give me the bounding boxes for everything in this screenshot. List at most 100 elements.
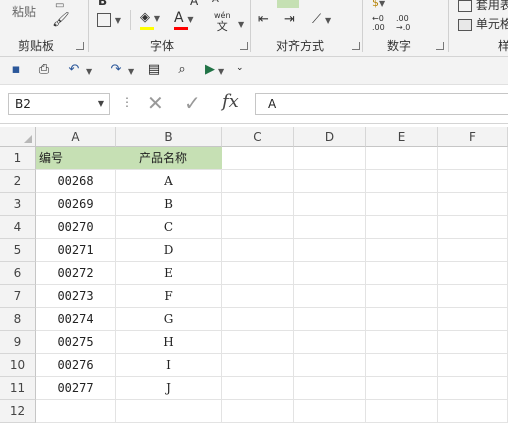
formula-input[interactable]: A [255, 93, 508, 115]
insert-function-button[interactable]: fx [222, 91, 239, 112]
cell-e11[interactable] [366, 377, 438, 400]
column-header-e[interactable]: E [366, 127, 438, 147]
cell-a8[interactable]: 00274 [36, 308, 116, 331]
chevron-down-icon[interactable]: ▼ [218, 67, 224, 76]
chevron-down-icon[interactable]: ▼ [98, 99, 104, 108]
cell-f8[interactable] [438, 308, 508, 331]
cell-f11[interactable] [438, 377, 508, 400]
paste-button[interactable]: 粘贴 [12, 3, 36, 20]
enter-icon[interactable]: ✓ [184, 91, 201, 115]
cell-e2[interactable] [366, 170, 438, 193]
row-header[interactable]: 9 [0, 331, 36, 354]
cell-a3[interactable]: 00269 [36, 193, 116, 216]
cell-f1[interactable] [438, 147, 508, 170]
cell-f7[interactable] [438, 285, 508, 308]
cell-b4[interactable]: C [116, 216, 222, 239]
cell-a4[interactable]: 00270 [36, 216, 116, 239]
cell-e12[interactable] [366, 400, 438, 423]
row-header[interactable]: 10 [0, 354, 36, 377]
column-header-a[interactable]: A [36, 127, 116, 147]
cell-c4[interactable] [222, 216, 294, 239]
orientation-button[interactable]: ⟋ ▼ [312, 12, 331, 27]
macro-icon[interactable]: ▶ [200, 61, 220, 79]
cell-c8[interactable] [222, 308, 294, 331]
cell-e7[interactable] [366, 285, 438, 308]
cell-d8[interactable] [294, 308, 366, 331]
cell-b5[interactable]: D [116, 239, 222, 262]
cell-c7[interactable] [222, 285, 294, 308]
decrease-indent-icon[interactable]: ⇤ [258, 12, 269, 27]
cell-b11[interactable]: J [116, 377, 222, 400]
save-icon[interactable]: ▪ [6, 61, 26, 79]
cell-c6[interactable] [222, 262, 294, 285]
cell-a6[interactable]: 00272 [36, 262, 116, 285]
name-box[interactable]: B2 ▼ [8, 93, 110, 115]
cell-c2[interactable] [222, 170, 294, 193]
cell-a10[interactable]: 00276 [36, 354, 116, 377]
cell-a5[interactable]: 00271 [36, 239, 116, 262]
row-header[interactable]: 12 [0, 400, 36, 423]
cell-f6[interactable] [438, 262, 508, 285]
print-preview-icon[interactable]: ⌕ [172, 61, 192, 79]
cell-c10[interactable] [222, 354, 294, 377]
cell-e4[interactable] [366, 216, 438, 239]
form-icon[interactable]: ▤ [144, 61, 164, 79]
cell-f3[interactable] [438, 193, 508, 216]
cell-b7[interactable]: F [116, 285, 222, 308]
cell-c1[interactable] [222, 147, 294, 170]
cell-e3[interactable] [366, 193, 438, 216]
customize-qat-icon[interactable]: ⌄ [236, 63, 244, 73]
copy-icon[interactable]: ▭ [55, 0, 64, 11]
column-header-d[interactable]: D [294, 127, 366, 147]
cell-d12[interactable] [294, 400, 366, 423]
cell-b2[interactable]: A [116, 170, 222, 193]
cell-a2[interactable]: 00268 [36, 170, 116, 193]
fill-color-button[interactable]: ◈ ▼ [140, 10, 160, 30]
cell-e8[interactable] [366, 308, 438, 331]
column-header-c[interactable]: C [222, 127, 294, 147]
cell-b3[interactable]: B [116, 193, 222, 216]
cell-b12[interactable] [116, 400, 222, 423]
cell-c3[interactable] [222, 193, 294, 216]
format-as-table-button[interactable]: 套用表 [458, 0, 508, 13]
cell-f10[interactable] [438, 354, 508, 377]
row-header[interactable]: 1 [0, 147, 36, 170]
cell-c12[interactable] [222, 400, 294, 423]
chevron-down-icon[interactable]: ▼ [128, 67, 134, 76]
row-header[interactable]: 2 [0, 170, 36, 193]
cell-a11[interactable]: 00277 [36, 377, 116, 400]
cell-styles-button[interactable]: 单元格 [458, 15, 508, 32]
cell-f5[interactable] [438, 239, 508, 262]
cell-e9[interactable] [366, 331, 438, 354]
cell-b8[interactable]: G [116, 308, 222, 331]
select-all-corner[interactable] [0, 127, 36, 147]
increase-indent-icon[interactable]: ⇥ [284, 12, 295, 27]
cell-d7[interactable] [294, 285, 366, 308]
font-size-up-button[interactable]: A [190, 0, 198, 8]
cell-b10[interactable]: I [116, 354, 222, 377]
font-size-down-button[interactable]: A [212, 0, 219, 5]
cell-a1[interactable]: 编号 [36, 147, 116, 170]
borders-button[interactable]: ▼ [97, 12, 121, 27]
cell-f12[interactable] [438, 400, 508, 423]
row-header[interactable]: 3 [0, 193, 36, 216]
chevron-down-icon[interactable]: ▼ [86, 67, 92, 76]
cell-e10[interactable] [366, 354, 438, 377]
row-header[interactable]: 8 [0, 308, 36, 331]
cell-d6[interactable] [294, 262, 366, 285]
column-header-b[interactable]: B [116, 127, 222, 147]
font-color-button[interactable]: A ▼ [174, 10, 194, 30]
cell-e6[interactable] [366, 262, 438, 285]
cell-c11[interactable] [222, 377, 294, 400]
font-launcher-icon[interactable] [240, 42, 248, 50]
redo-icon[interactable]: ↷ [106, 61, 126, 79]
cell-d4[interactable] [294, 216, 366, 239]
cell-d10[interactable] [294, 354, 366, 377]
row-header[interactable]: 5 [0, 239, 36, 262]
cell-a9[interactable]: 00275 [36, 331, 116, 354]
cell-d11[interactable] [294, 377, 366, 400]
align-center-button[interactable] [277, 0, 299, 8]
alignment-launcher-icon[interactable] [352, 42, 360, 50]
cell-c9[interactable] [222, 331, 294, 354]
cell-e1[interactable] [366, 147, 438, 170]
